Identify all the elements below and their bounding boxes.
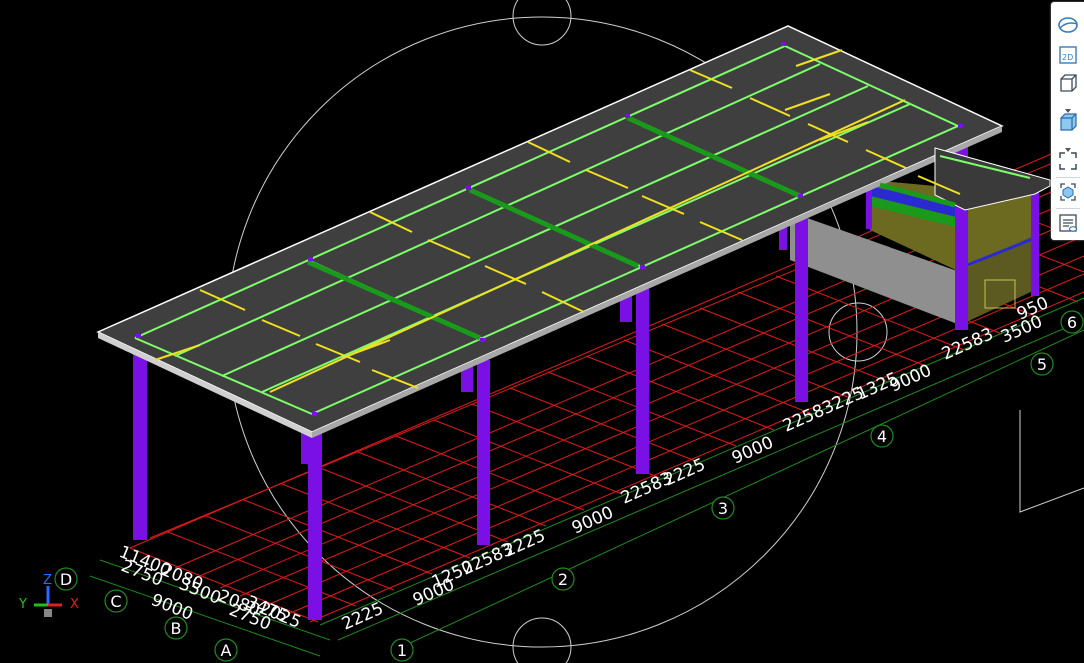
- grid-bubble-4[interactable]: 4: [870, 424, 894, 448]
- grid-bubble-C[interactable]: C: [104, 589, 128, 613]
- grid-bubble-1[interactable]: 1: [390, 638, 414, 662]
- grid-label: 6: [1067, 313, 1077, 332]
- orbit-handle-top[interactable]: [512, 0, 572, 46]
- chevron-down-icon[interactable]: [1063, 99, 1073, 113]
- isolate-object-icon: [1060, 183, 1076, 201]
- axis-label-z: Z: [43, 573, 52, 588]
- 2d-view-button[interactable]: 2D: [1055, 42, 1081, 68]
- fit-extents-icon: [1059, 152, 1077, 170]
- axis-label-y: Y: [18, 597, 27, 612]
- dimension-text: 22583: [939, 324, 997, 364]
- grid-bubble-5[interactable]: 5: [1030, 352, 1054, 376]
- column: [1031, 192, 1039, 296]
- grid-bubble-2[interactable]: 2: [551, 567, 575, 591]
- column: [636, 282, 649, 474]
- 3d-box-icon: [1060, 74, 1077, 92]
- column: [133, 340, 147, 540]
- orbit-icon: [1058, 17, 1078, 33]
- orbit-button[interactable]: [1055, 12, 1081, 38]
- layer-list-icon: [1059, 214, 1077, 232]
- grid-label: D: [60, 570, 72, 589]
- 2d-view-icon: 2D: [1059, 46, 1077, 64]
- grid-label: C: [110, 592, 121, 611]
- 3d-view-button[interactable]: [1055, 70, 1081, 96]
- dimension-text: 22583225: [780, 383, 867, 436]
- view-toolbar: 2D: [1051, 2, 1084, 240]
- grid-bubble-A[interactable]: A: [214, 638, 238, 662]
- shaded-view-button[interactable]: [1055, 109, 1081, 135]
- grid-label: 1: [397, 641, 407, 660]
- grid-label: 2: [558, 570, 568, 589]
- fit-extents-button[interactable]: [1055, 148, 1081, 174]
- ucs-outline: [1019, 410, 1084, 513]
- chevron-down-icon[interactable]: [1063, 138, 1073, 152]
- grid-label: 4: [877, 427, 887, 446]
- layer-list-button[interactable]: [1055, 210, 1081, 236]
- axis-label-x: X: [70, 597, 79, 612]
- model-viewport[interactable]: 1 2 3 4 5 6 A B C D 2225 9000 1250 22583…: [0, 0, 1084, 663]
- grid-label: 3: [718, 499, 728, 518]
- dimension-text: 2225: [661, 455, 709, 491]
- column: [477, 360, 490, 545]
- grid-bubble-3[interactable]: 3: [711, 496, 735, 520]
- orbit-handle-bottom[interactable]: [512, 617, 572, 663]
- grid-label: A: [221, 641, 232, 660]
- dimension-text: 2225: [501, 526, 549, 562]
- dimension-text: 9000: [729, 433, 777, 469]
- grid-label: 5: [1037, 355, 1047, 374]
- grid-bubble-D[interactable]: D: [54, 567, 78, 591]
- isolate-object-button[interactable]: [1055, 179, 1081, 205]
- grid-bubble-6[interactable]: 6: [1060, 310, 1084, 334]
- grid-label: B: [171, 619, 182, 638]
- shaded-cube-icon: [1060, 113, 1077, 131]
- svg-text:2D: 2D: [1062, 53, 1073, 62]
- column: [308, 430, 322, 620]
